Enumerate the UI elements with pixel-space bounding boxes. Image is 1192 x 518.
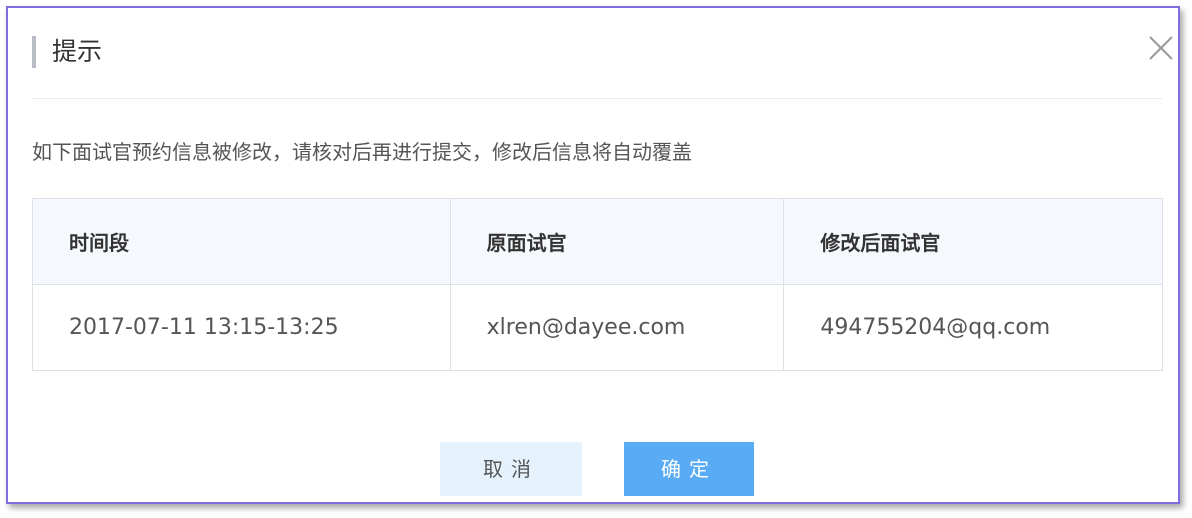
title-accent-bar bbox=[32, 36, 36, 68]
interviewer-change-dialog: 提示 如下面试官预约信息被修改，请核对后再进行提交，修改后信息将自动覆盖 时间段… bbox=[6, 6, 1180, 504]
interviewer-table: 时间段 原面试官 修改后面试官 2017-07-11 13:15-13:25 x… bbox=[32, 198, 1163, 371]
column-header-time-slot: 时间段 bbox=[32, 198, 451, 285]
close-icon-svg bbox=[1149, 36, 1173, 60]
cell-time-slot: 2017-07-11 13:15-13:25 bbox=[32, 284, 451, 371]
dialog-header: 提示 bbox=[8, 8, 1178, 98]
table-header-row: 时间段 原面试官 修改后面试官 bbox=[32, 198, 1163, 285]
cell-new-interviewer: 494755204@qq.com bbox=[783, 284, 1163, 371]
close-icon[interactable] bbox=[1148, 35, 1174, 61]
column-header-new-interviewer: 修改后面试官 bbox=[783, 198, 1163, 285]
cell-original-interviewer: xlren@dayee.com bbox=[449, 284, 785, 371]
table-row: 2017-07-11 13:15-13:25 xlren@dayee.com 4… bbox=[32, 284, 1163, 371]
header-divider bbox=[32, 98, 1162, 99]
dialog-title: 提示 bbox=[52, 37, 103, 66]
confirm-button[interactable]: 确定 bbox=[624, 442, 754, 496]
dialog-message: 如下面试官预约信息被修改，请核对后再进行提交，修改后信息将自动覆盖 bbox=[32, 140, 692, 164]
cancel-button[interactable]: 取消 bbox=[440, 442, 582, 496]
column-header-original-interviewer: 原面试官 bbox=[449, 198, 785, 285]
